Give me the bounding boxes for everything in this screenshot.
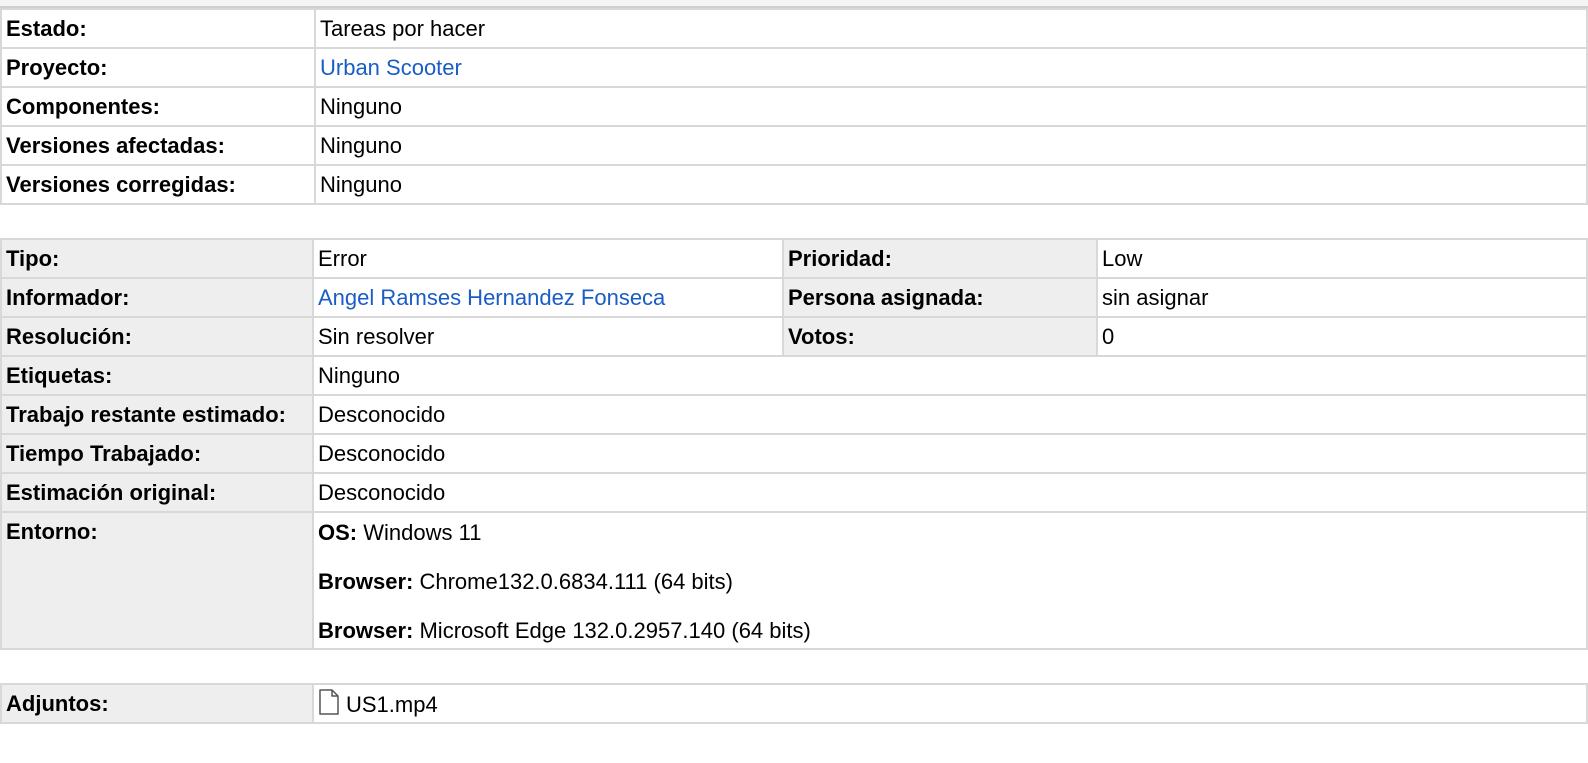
field-value-trabajo: Desconocido [312, 394, 1588, 435]
table-row: Componentes: Ninguno [0, 86, 1588, 127]
attachments-table: Adjuntos: US1.mp4 [0, 683, 1588, 724]
field-value-resolucion: Sin resolver [312, 316, 784, 357]
field-value-tiempo: Desconocido [312, 433, 1588, 474]
field-label: Trabajo restante estimado: [0, 394, 314, 435]
field-label: Versiones afectadas: [0, 125, 316, 166]
field-label: Entorno: [0, 511, 314, 650]
attachment-link[interactable]: US1.mp4 [346, 692, 438, 717]
document-icon [318, 689, 346, 718]
table-row: Adjuntos: US1.mp4 [0, 683, 1588, 724]
table-row: Trabajo restante estimado: Desconocido [0, 394, 1588, 435]
table-row: Etiquetas: Ninguno [0, 355, 1588, 396]
field-label: Informador: [0, 277, 314, 318]
field-label: Tipo: [0, 238, 314, 279]
issue-details-table: Tipo: Error Prioridad: Low Informador: A… [0, 238, 1588, 650]
environment-line: Browser: Microsoft Edge 132.0.2957.140 (… [318, 617, 1585, 647]
env-key: Browser: [318, 618, 414, 643]
table-row: Resolución: Sin resolver Votos: 0 [0, 316, 1588, 357]
project-link[interactable]: Urban Scooter [320, 55, 462, 80]
attachment-cell: US1.mp4 [312, 683, 1588, 724]
env-key: Browser: [318, 569, 414, 594]
field-value-versiones-afectadas: Ninguno [314, 125, 1588, 166]
env-value: Windows 11 [363, 520, 482, 545]
field-label: Persona asignada: [782, 277, 1098, 318]
table-row: Versiones afectadas: Ninguno [0, 125, 1588, 166]
field-label: Estimación original: [0, 472, 314, 513]
field-label: Componentes: [0, 86, 316, 127]
reporter-link[interactable]: Angel Ramses Hernandez Fonseca [318, 285, 665, 310]
field-value-votos: 0 [1096, 316, 1588, 357]
table-row: Versiones corregidas: Ninguno [0, 164, 1588, 205]
env-key: OS: [318, 520, 358, 545]
field-label: Etiquetas: [0, 355, 314, 396]
field-value-etiquetas: Ninguno [312, 355, 1588, 396]
table-row: Proyecto: Urban Scooter [0, 47, 1588, 88]
table-row: Estado: Tareas por hacer [0, 8, 1588, 49]
table-row: Estimación original: Desconocido [0, 472, 1588, 513]
field-label: Prioridad: [782, 238, 1098, 279]
table-row: Informador: Angel Ramses Hernandez Fonse… [0, 277, 1588, 318]
field-label: Votos: [782, 316, 1098, 357]
table-row: Tipo: Error Prioridad: Low [0, 238, 1588, 279]
field-value-estimacion: Desconocido [312, 472, 1588, 513]
field-value-tipo: Error [312, 238, 784, 279]
field-label: Proyecto: [0, 47, 316, 88]
field-value-estado: Tareas por hacer [314, 8, 1588, 49]
env-value: Chrome132.0.6834.111 (64 bits) [419, 569, 733, 594]
env-value: Microsoft Edge 132.0.2957.140 (64 bits) [419, 618, 811, 643]
field-value-proyecto: Urban Scooter [314, 47, 1588, 88]
field-label: Adjuntos: [0, 683, 314, 724]
field-value-versiones-corregidas: Ninguno [314, 164, 1588, 205]
issue-summary-table: Estado: Tareas por hacer Proyecto: Urban… [0, 8, 1588, 205]
field-value-componentes: Ninguno [314, 86, 1588, 127]
field-label: Resolución: [0, 316, 314, 357]
table-row: Entorno: OS: Windows 11 Browser: Chrome1… [0, 511, 1588, 650]
top-divider [0, 0, 1588, 8]
field-value-entorno: OS: Windows 11 Browser: Chrome132.0.6834… [312, 511, 1588, 650]
environment-line: OS: Windows 11 [318, 519, 1585, 568]
field-label: Versiones corregidas: [0, 164, 316, 205]
field-label: Estado: [0, 8, 316, 49]
environment-line: Browser: Chrome132.0.6834.111 (64 bits) [318, 568, 1585, 617]
field-value-informador: Angel Ramses Hernandez Fonseca [312, 277, 784, 318]
table-row: Tiempo Trabajado: Desconocido [0, 433, 1588, 474]
field-value-prioridad: Low [1096, 238, 1588, 279]
field-value-asignada: sin asignar [1096, 277, 1588, 318]
field-label: Tiempo Trabajado: [0, 433, 314, 474]
